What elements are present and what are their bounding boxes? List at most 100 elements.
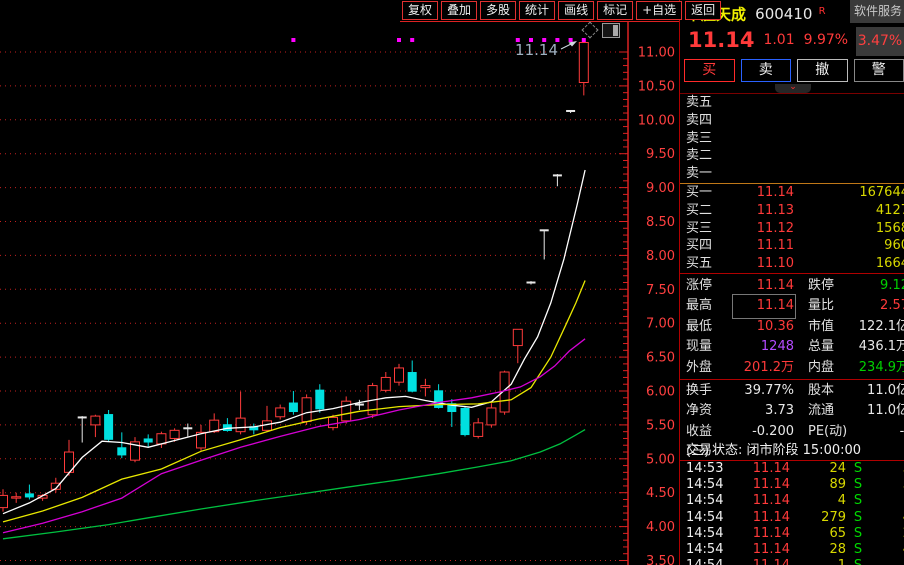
- sell-level-row[interactable]: 卖四: [680, 112, 904, 130]
- trade-row: 14:5411.1489S3: [680, 477, 904, 493]
- buy-level-row[interactable]: 买五11.101664: [680, 255, 904, 273]
- level-price: [726, 130, 794, 148]
- level-price: 11.13: [726, 202, 794, 220]
- chevron-down-icon[interactable]: ⌄: [775, 84, 811, 93]
- trade-side: S: [846, 461, 870, 477]
- stats-row: 最低10.36市值122.1亿: [680, 317, 904, 338]
- stat-value: --: [858, 422, 904, 443]
- trade-volume: 28: [790, 542, 846, 558]
- svg-text:10.50: 10.50: [638, 79, 675, 94]
- alert-button[interactable]: 警: [854, 59, 904, 82]
- buy-level-row[interactable]: 买三11.121568: [680, 220, 904, 238]
- trade-row: 14:5311.1424S3: [680, 461, 904, 477]
- margin-flag: R: [819, 6, 826, 17]
- ma-green: [3, 430, 585, 539]
- trade-price: 11.14: [728, 542, 790, 558]
- svg-text:4.00: 4.00: [646, 520, 675, 535]
- svg-text:8.00: 8.00: [646, 249, 675, 264]
- toolbar-button-复权[interactable]: 复权: [402, 1, 438, 20]
- buy-level-row[interactable]: 买四11.11960: [680, 237, 904, 255]
- trade-count: 4: [870, 542, 904, 558]
- toolbar-button-多股[interactable]: 多股: [480, 1, 516, 20]
- trade-side: S: [846, 558, 870, 565]
- time-and-sales-list[interactable]: 14:5311.1424S314:5411.1489S314:5411.144S…: [680, 461, 904, 565]
- trade-price: 11.14: [728, 493, 790, 509]
- stock-code: 600410: [755, 5, 812, 23]
- trade-row: 14:5411.1428S4: [680, 542, 904, 558]
- info-row: 收益(三)-0.200PE(动)--: [680, 422, 904, 443]
- svg-text:7.50: 7.50: [646, 283, 675, 298]
- level-label: 卖三: [686, 130, 726, 148]
- sell-button[interactable]: 卖: [741, 59, 792, 82]
- stat-value: 1248: [734, 337, 794, 358]
- stats-row: 涨停11.14跌停9.12: [680, 276, 904, 297]
- kline-chart[interactable]: 11.0010.5010.009.509.008.508.007.507.006…: [0, 0, 679, 565]
- stat-value: 9.12: [858, 276, 904, 297]
- stats-row: 最高11.14量比2.57: [680, 296, 904, 317]
- level-volume: [794, 147, 904, 165]
- kline-chart-panel: 11.0010.5010.009.509.008.508.007.507.006…: [0, 0, 679, 565]
- stat-label: 总量: [808, 337, 858, 358]
- info-row: 净资3.73流通11.0亿: [680, 401, 904, 422]
- toolbar-button-返回[interactable]: 返回: [685, 1, 721, 20]
- level-label: 卖五: [686, 94, 726, 112]
- stat-value: 11.14: [734, 276, 794, 297]
- svg-text:4.50: 4.50: [646, 486, 675, 501]
- trade-side: S: [846, 510, 870, 526]
- trade-row: 14:5411.144S1: [680, 493, 904, 509]
- level-volume: 1664: [794, 255, 904, 273]
- trade-volume: 89: [790, 477, 846, 493]
- toolbar-button-画线[interactable]: 画线: [558, 1, 594, 20]
- trade-volume: 1: [790, 558, 846, 565]
- stat-label: 最高: [686, 296, 734, 317]
- trade-time: 14:53: [686, 461, 728, 477]
- trade-count: [870, 558, 904, 565]
- toolbar-button-统计[interactable]: 统计: [519, 1, 555, 20]
- trade-time: 14:54: [686, 477, 728, 493]
- trade-side: S: [846, 542, 870, 558]
- toolbar-button-叠加[interactable]: 叠加: [441, 1, 477, 20]
- trade-row: 14:5411.1465S2: [680, 526, 904, 542]
- stats-grid: 涨停11.14跌停9.12最高11.14量比2.57最低10.36市值122.1…: [680, 273, 904, 380]
- level-volume: 167644: [794, 184, 904, 202]
- sell-level-row[interactable]: 卖三: [680, 130, 904, 148]
- stat-value: 201.2万: [734, 358, 794, 379]
- stat-value: 2.57: [858, 296, 904, 317]
- sector-label[interactable]: 软件服务: [850, 0, 904, 23]
- trade-time: 14:54: [686, 542, 728, 558]
- level-label: 卖二: [686, 147, 726, 165]
- cancel-order-button[interactable]: 撤: [797, 59, 848, 82]
- chart-corner-icons: [584, 21, 628, 39]
- level-label: 卖四: [686, 112, 726, 130]
- price-change-pct: 9.97%: [804, 32, 848, 48]
- sell-level-row[interactable]: 卖五: [680, 94, 904, 112]
- trade-time: 14:54: [686, 510, 728, 526]
- sector-change-badge: 3.47%: [856, 27, 904, 56]
- trade-side: S: [846, 493, 870, 509]
- svg-text:9.00: 9.00: [646, 181, 675, 196]
- svg-text:5.00: 5.00: [646, 452, 675, 467]
- trade-price: 11.14: [728, 461, 790, 477]
- trade-time: 14:54: [686, 526, 728, 542]
- level-label: 买四: [686, 237, 726, 255]
- stat-label: 涨停: [686, 276, 734, 297]
- buy-level-row[interactable]: 买二11.134127: [680, 202, 904, 220]
- side-pane-toggle-icon[interactable]: [602, 23, 620, 38]
- sell-level-row[interactable]: 卖一: [680, 165, 904, 183]
- level-label: 买三: [686, 220, 726, 238]
- toolbar-button-标记[interactable]: 标记: [597, 1, 633, 20]
- trade-volume: 24: [790, 461, 846, 477]
- stat-value: 436.1万: [858, 337, 904, 358]
- level-label: 买五: [686, 255, 726, 273]
- trade-count: 1: [870, 493, 904, 509]
- buy-button[interactable]: 买: [684, 59, 735, 82]
- sell-levels: 卖五卖四卖三卖二卖一: [680, 94, 904, 183]
- svg-text:3.50: 3.50: [646, 554, 675, 565]
- buy-level-row[interactable]: 买一11.14167644: [680, 184, 904, 202]
- diamond-marker-icon[interactable]: [582, 22, 599, 39]
- buy-levels: 买一11.14167644买二11.134127买三11.121568买四11.…: [680, 184, 904, 273]
- toolbar-button-+自选[interactable]: +自选: [636, 1, 682, 20]
- level-volume: [794, 165, 904, 183]
- sell-level-row[interactable]: 卖二: [680, 147, 904, 165]
- trade-actions: 买 卖 撤 警: [680, 56, 904, 84]
